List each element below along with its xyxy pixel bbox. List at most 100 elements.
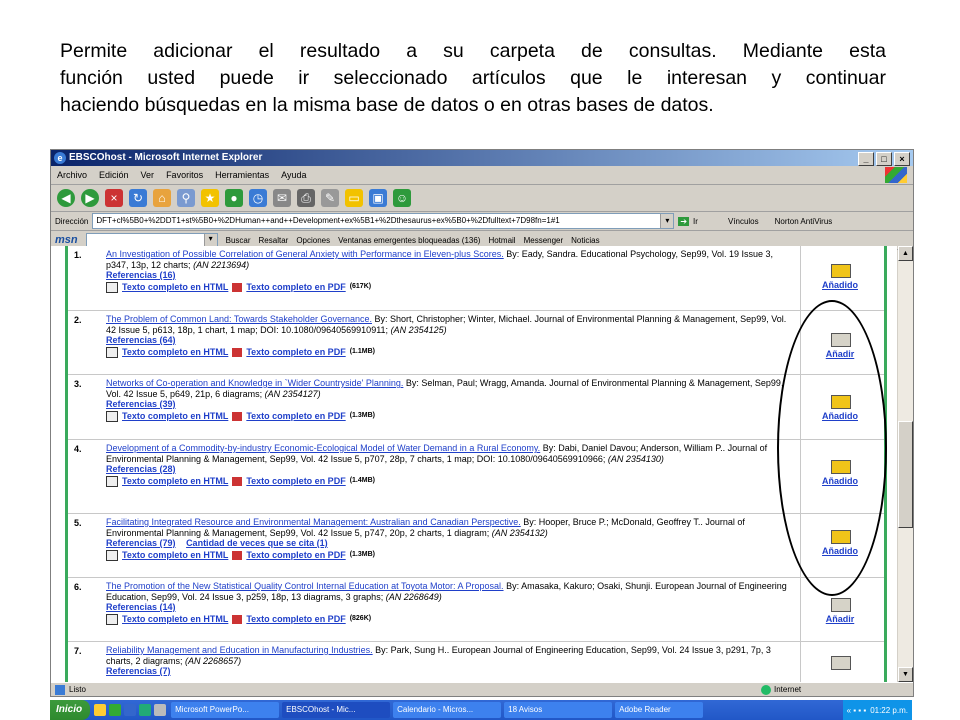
messenger-button[interactable]: Messenger	[524, 236, 564, 245]
references-link[interactable]: Referencias (79)	[106, 538, 176, 548]
links-label[interactable]: Vínculos	[728, 217, 759, 226]
quicklaunch-icon[interactable]	[154, 704, 167, 716]
result-an: (AN 2213694)	[193, 259, 250, 270]
html-fulltext-link[interactable]: Texto completo en HTML	[122, 476, 228, 487]
edit-icon[interactable]: ✎	[321, 189, 339, 207]
result-title-link[interactable]: The Problem of Common Land: Towards Stak…	[106, 314, 372, 324]
pdf-fulltext-link[interactable]: Texto completo en PDF	[246, 411, 345, 422]
added-to-folder-link[interactable]: Añadido	[801, 411, 879, 421]
folder-icon[interactable]	[831, 333, 851, 347]
noticias-button[interactable]: Noticias	[571, 236, 599, 245]
address-dropdown-icon[interactable]: ▾	[660, 214, 674, 228]
home-icon[interactable]: ⌂	[153, 189, 171, 207]
task-ebscohost[interactable]: EBSCOhost - Mic...	[282, 702, 391, 718]
opciones-button[interactable]: Opciones	[296, 236, 330, 245]
buscar-button[interactable]: Buscar	[226, 236, 251, 245]
maximize-button[interactable]: □	[876, 152, 892, 166]
added-to-folder-link[interactable]: Añadido	[801, 476, 879, 486]
history-icon[interactable]: ◷	[249, 189, 267, 207]
menu-favoritos[interactable]: Favoritos	[166, 170, 203, 180]
scroll-up-icon[interactable]: ▲	[898, 246, 913, 261]
start-button[interactable]: Inicio	[50, 700, 91, 720]
pdf-icon	[232, 282, 243, 292]
pdf-fulltext-link[interactable]: Texto completo en PDF	[246, 614, 345, 625]
task-calendario[interactable]: Calendario - Micros...	[393, 702, 502, 718]
popups-blocked-button[interactable]: Ventanas emergentes bloqueadas (136)	[338, 236, 480, 245]
quicklaunch-icon[interactable]	[94, 704, 107, 716]
address-input[interactable]: DFT+cl%5B0+%2DDT1+st%5B0+%2DHuman++and++…	[92, 213, 675, 229]
pdf-fulltext-link[interactable]: Texto completo en PDF	[246, 476, 345, 487]
folder-added-icon[interactable]	[831, 264, 851, 278]
go-button[interactable]: Ir	[693, 217, 698, 226]
vertical-scrollbar[interactable]: ▲ ▼	[898, 246, 913, 682]
pdf-fulltext-link[interactable]: Texto completo en PDF	[246, 282, 345, 293]
add-to-folder-link[interactable]: Añadir	[801, 349, 879, 359]
discuss-icon[interactable]: ▭	[345, 189, 363, 207]
pdf-fulltext-link[interactable]: Texto completo en PDF	[246, 550, 345, 561]
pdf-fulltext-link[interactable]: Texto completo en PDF	[246, 347, 345, 358]
forward-icon[interactable]: ▶	[81, 189, 99, 207]
references-link[interactable]: Referencias (14)	[106, 602, 176, 612]
result-an: (AN 2354132)	[491, 527, 548, 538]
folder-added-icon[interactable]	[831, 530, 851, 544]
task-powerpoint[interactable]: Microsoft PowerPo...	[171, 702, 280, 718]
added-to-folder-link[interactable]: Añadido	[801, 280, 879, 290]
html-fulltext-link[interactable]: Texto completo en HTML	[122, 282, 228, 293]
mail-icon[interactable]: ✉	[273, 189, 291, 207]
menu-archivo[interactable]: Archivo	[57, 170, 87, 180]
menu-ayuda[interactable]: Ayuda	[281, 170, 306, 180]
hotmail-button[interactable]: Hotmail	[488, 236, 515, 245]
references-link[interactable]: Referencias (28)	[106, 464, 176, 474]
html-fulltext-link[interactable]: Texto completo en HTML	[122, 550, 228, 561]
media-icon[interactable]: ●	[225, 189, 243, 207]
back-icon[interactable]: ◀	[57, 189, 75, 207]
refresh-icon[interactable]: ↻	[129, 189, 147, 207]
html-fulltext-link[interactable]: Texto completo en HTML	[122, 411, 228, 422]
added-to-folder-link[interactable]: Añadido	[801, 546, 879, 556]
quicklaunch-icon[interactable]	[109, 704, 122, 716]
add-to-folder-link[interactable]: Añadir	[801, 614, 879, 624]
pdf-icon	[232, 411, 243, 421]
result-title-link[interactable]: Reliability Management and Education in …	[106, 645, 373, 655]
result-title-link[interactable]: Facilitating Integrated Resource and Env…	[106, 517, 521, 527]
result-title-link[interactable]: Development of a Commodity-by-industry E…	[106, 443, 540, 453]
tray-icons[interactable]: « ▪ ▪ ▪	[847, 706, 867, 715]
result-row: 7. Reliability Management and Education …	[68, 642, 884, 682]
messenger-icon[interactable]: ☺	[393, 189, 411, 207]
task-avisos[interactable]: 18 Avisos	[504, 702, 613, 718]
norton-label[interactable]: Norton AntiVirus	[775, 217, 833, 226]
scroll-down-icon[interactable]: ▼	[898, 667, 913, 682]
menu-herramientas[interactable]: Herramientas	[215, 170, 269, 180]
result-title-link[interactable]: Networks of Co-operation and Knowledge i…	[106, 378, 403, 388]
scroll-thumb[interactable]	[898, 421, 913, 528]
msn-dropdown-icon[interactable]: ▾	[203, 233, 217, 247]
print-icon[interactable]: ⎙	[297, 189, 315, 207]
references-link[interactable]: Referencias (7)	[106, 666, 171, 676]
word-icon[interactable]	[124, 704, 137, 716]
result-title-link[interactable]: An Investigation of Possible Correlation…	[106, 249, 504, 259]
go-arrow-icon[interactable]: ➔	[678, 216, 690, 226]
folder-added-icon[interactable]	[831, 395, 851, 409]
cited-by-link[interactable]: Cantidad de veces que se cita (1)	[186, 538, 328, 548]
references-link[interactable]: Referencias (39)	[106, 399, 176, 409]
resaltar-button[interactable]: Resaltar	[259, 236, 289, 245]
menu-edicion[interactable]: Edición	[99, 170, 129, 180]
stop-icon[interactable]: ×	[105, 189, 123, 207]
minimize-button[interactable]: _	[858, 152, 874, 166]
excel-icon[interactable]	[139, 704, 152, 716]
favorites-icon[interactable]: ★	[201, 189, 219, 207]
instruction-caption: Permite adicionar el resultado a su carp…	[60, 38, 886, 119]
research-icon[interactable]: ▣	[369, 189, 387, 207]
task-adobe-reader[interactable]: Adobe Reader	[615, 702, 704, 718]
folder-icon[interactable]	[831, 656, 851, 670]
search-icon[interactable]: ⚲	[177, 189, 195, 207]
folder-icon[interactable]	[831, 598, 851, 612]
menu-ver[interactable]: Ver	[141, 170, 155, 180]
html-fulltext-link[interactable]: Texto completo en HTML	[122, 347, 228, 358]
close-button[interactable]: ×	[894, 152, 910, 166]
references-link[interactable]: Referencias (64)	[106, 335, 176, 345]
references-link[interactable]: Referencias (16)	[106, 270, 176, 280]
html-fulltext-link[interactable]: Texto completo en HTML	[122, 614, 228, 625]
result-title-link[interactable]: The Promotion of the New Statistical Qua…	[106, 581, 504, 591]
folder-added-icon[interactable]	[831, 460, 851, 474]
